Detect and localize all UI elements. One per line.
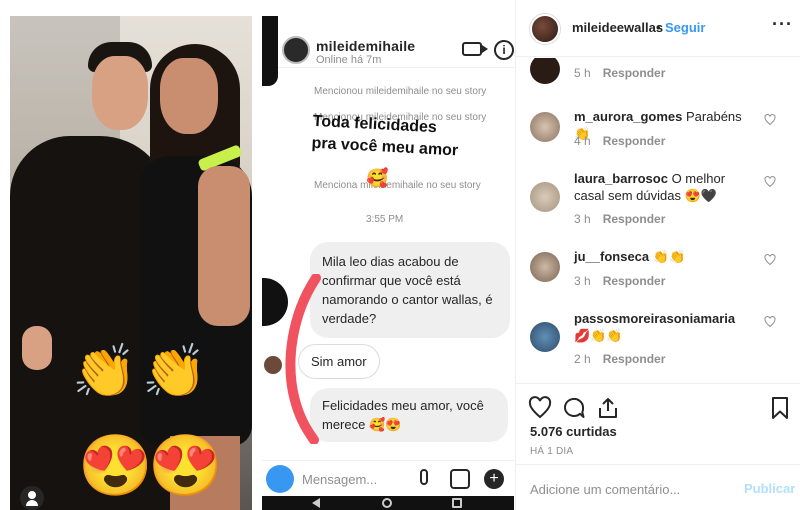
- android-nav-bar: [262, 496, 514, 510]
- comment-text: laura_barrosoc O melhor casal sem dúvida…: [574, 170, 754, 204]
- comment-time: 3 h: [574, 274, 591, 288]
- clapping-hands-emoji: 👏: [142, 343, 207, 401]
- home-icon: [382, 498, 392, 508]
- microphone-icon: [420, 469, 428, 485]
- comment-time: 2 h: [574, 352, 591, 366]
- gallery-icon: [450, 469, 470, 489]
- man-hand: [22, 326, 52, 370]
- mention-notice: Mencionou mileidemihaile no seu story: [314, 86, 487, 97]
- comment-body: 👏👏: [652, 249, 686, 264]
- chat-username: mileidemihaile: [316, 38, 416, 54]
- woman-arm: [198, 166, 250, 326]
- comment-time: 3 h: [574, 212, 591, 226]
- message-input: Mensagem...: [302, 472, 378, 487]
- hugging-emoji: 🥰: [366, 168, 389, 188]
- post-header: mileideewallas • Seguir ···: [516, 0, 800, 57]
- message-timestamp: 3:55 PM: [366, 214, 404, 225]
- heart-eyes-emoji: 😍: [78, 432, 153, 499]
- recent-apps-icon: [452, 498, 462, 508]
- comment-body: 💋👏👏: [574, 328, 623, 343]
- reply-button[interactable]: Responder: [603, 66, 666, 80]
- tagged-user-icon[interactable]: [20, 486, 44, 510]
- commenter-avatar[interactable]: [530, 112, 560, 142]
- message-composer: Mensagem... +: [262, 460, 514, 496]
- comment-text: passosmoreirasoniamaria 💋👏👏: [574, 310, 754, 344]
- info-icon: i: [494, 40, 514, 60]
- video-call-icon: [462, 42, 488, 56]
- post-image: 👏 👏 😍 😍 mileidemihaile Online há 7m i Me…: [0, 0, 515, 510]
- comment-meta: 3 h Responder: [574, 212, 665, 226]
- camera-icon: [266, 465, 294, 493]
- publish-button[interactable]: Publicar: [744, 481, 795, 496]
- add-comment-bar: Publicar: [516, 464, 800, 510]
- dm-screenshot: mileidemihaile Online há 7m i Mencionou …: [262, 16, 514, 510]
- chat-header: mileidemihaile Online há 7m i: [262, 16, 514, 68]
- heart-eyes-emoji: 😍: [148, 432, 223, 499]
- post-date[interactable]: HÁ 1 DIA: [530, 446, 573, 457]
- comment-input[interactable]: [530, 479, 730, 499]
- post-actions: 5.076 curtidas HÁ 1 DIA: [516, 383, 800, 463]
- more-options-icon[interactable]: ···: [772, 14, 793, 35]
- reply-button[interactable]: Responder: [603, 274, 666, 288]
- post-sidebar: mileideewallas • Seguir ··· 5 h Responder…: [515, 0, 800, 510]
- comment-bubble-icon[interactable]: [562, 396, 586, 420]
- like-heart-icon[interactable]: [528, 396, 552, 420]
- author-username[interactable]: mileideewallas: [572, 20, 663, 35]
- red-scribble: [285, 274, 321, 444]
- like-comment-heart-icon[interactable]: [764, 254, 776, 266]
- commenter-avatar[interactable]: [530, 58, 560, 84]
- back-icon: [312, 498, 320, 508]
- story-caption: Toda felicidades pra você meu amor: [311, 111, 513, 165]
- comment-meta: 4 h Responder: [574, 134, 665, 148]
- plus-icon: +: [484, 469, 504, 489]
- mention-notice: Menciona mileidemihaile no seu story: [314, 180, 481, 191]
- comment-text: ju__fonseca 👏👏: [574, 248, 754, 265]
- comment-meta: 3 h Responder: [574, 274, 665, 288]
- author-avatar[interactable]: [530, 14, 560, 44]
- follow-button[interactable]: Seguir: [665, 20, 705, 35]
- commenter-username[interactable]: ju__fonseca: [574, 249, 649, 264]
- chat-status: Online há 7m: [316, 54, 382, 66]
- clapping-hands-emoji: 👏: [72, 343, 137, 401]
- commenter-avatar[interactable]: [530, 322, 560, 352]
- comment-time: 5 h: [574, 66, 591, 80]
- commenter-avatar[interactable]: [530, 182, 560, 212]
- man-face: [92, 56, 148, 130]
- comments-list[interactable]: 5 h Responder m_aurora_gomes Parabéns 👏 4…: [516, 58, 800, 382]
- chat-avatar: [282, 36, 310, 64]
- commenter-username[interactable]: m_aurora_gomes: [574, 109, 682, 124]
- message-bubble: Felicidades meu amor, você merece 🥰😍: [310, 388, 508, 442]
- commenter-username[interactable]: laura_barrosoc: [574, 171, 668, 186]
- photo-edge: [262, 16, 278, 86]
- comment-time: 4 h: [574, 134, 591, 148]
- separator-dot: •: [656, 20, 661, 35]
- like-count[interactable]: 5.076 curtidas: [530, 424, 617, 439]
- commenter-avatar[interactable]: [530, 252, 560, 282]
- message-bubble: Mila leo dias acabou de confirmar que vo…: [310, 242, 510, 338]
- share-icon[interactable]: [596, 396, 620, 420]
- commenter-username[interactable]: passosmoreirasoniamaria: [574, 311, 735, 326]
- like-comment-heart-icon[interactable]: [764, 114, 776, 126]
- like-comment-heart-icon[interactable]: [764, 176, 776, 188]
- like-comment-heart-icon[interactable]: [764, 316, 776, 328]
- reply-button[interactable]: Responder: [603, 352, 666, 366]
- bookmark-icon[interactable]: [768, 396, 792, 420]
- reply-button[interactable]: Responder: [603, 134, 666, 148]
- sender-avatar: [264, 356, 282, 374]
- couple-photo: 👏 👏 😍 😍: [10, 16, 252, 510]
- comment-meta: 2 h Responder: [574, 352, 665, 366]
- woman-face: [160, 58, 218, 134]
- reply-button[interactable]: Responder: [603, 212, 666, 226]
- comment-meta: 5 h Responder: [574, 66, 665, 80]
